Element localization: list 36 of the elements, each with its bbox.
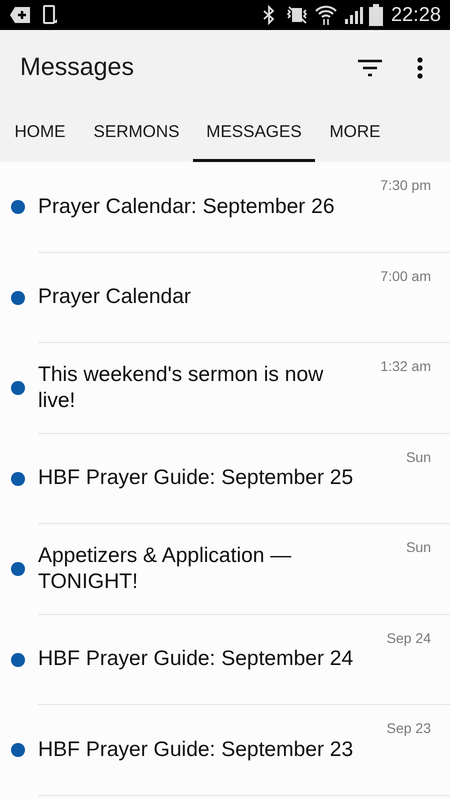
message-item[interactable]: HBF Prayer Guide: September 24 Sep 24	[38, 614, 450, 705]
message-item[interactable]: This weekend's sermon is now live! 1:32 am	[38, 343, 450, 434]
message-item[interactable]: Prayer Calendar: September 26 7:30 pm	[38, 162, 450, 252]
phone-sync-icon	[43, 5, 59, 25]
message-item[interactable]: Prayer Calendar 7:00 am	[38, 252, 450, 343]
add-notification-icon	[9, 6, 31, 24]
message-item[interactable]: Appetizers & Application — TONIGHT! Sun	[38, 524, 450, 614]
message-time: Sun	[406, 538, 432, 557]
message-title: HBF Prayer Guide: September 25	[38, 465, 354, 492]
battery-icon	[368, 4, 383, 26]
signal-icon	[342, 6, 363, 24]
message-title: HBF Prayer Guide: September 23	[38, 736, 354, 763]
message-time: Sun	[406, 448, 432, 466]
tab[interactable]: MORE	[315, 105, 395, 162]
tab[interactable]: HOME	[0, 105, 80, 162]
message-title: HBF Prayer Guide: September 24	[38, 646, 354, 672]
message-title: Appetizers & Application — TONIGHT!	[38, 542, 292, 595]
bluetooth-icon	[262, 5, 275, 25]
message-title: Prayer Calendar: September 26	[38, 194, 336, 220]
message-time: Sep 24	[386, 628, 432, 648]
message-title: This weekend's sermon is now live!	[38, 362, 324, 414]
tab[interactable]: MESSAGES	[193, 105, 315, 162]
vibrate-mute-icon	[284, 6, 309, 24]
tab[interactable]: SERMONS	[80, 105, 193, 162]
message-time: 7:00 am	[380, 266, 432, 286]
message-item[interactable]: HBF Prayer Guide: September 25 Sun	[38, 434, 450, 524]
message-time: 7:30 pm	[380, 176, 432, 195]
message-title: Prayer Calendar	[38, 284, 192, 310]
message-time: Sep 23	[386, 719, 432, 738]
filter-icon	[358, 58, 382, 76]
message-item[interactable]: HBF Prayer Guide: September 23 Sep 23	[38, 705, 450, 796]
message-time: 1:32 am	[380, 357, 432, 376]
more-vertical-icon	[417, 56, 423, 78]
wifi-icon	[314, 5, 337, 25]
status-time: 22:28	[390, 3, 441, 28]
app-title: Messages	[20, 52, 135, 83]
